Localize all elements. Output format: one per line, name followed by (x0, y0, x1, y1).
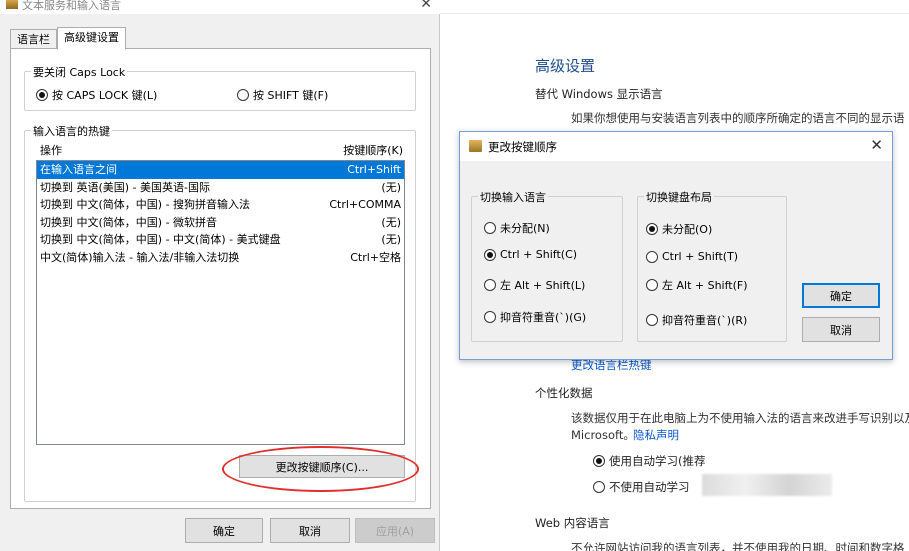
option-label: 抑音符重音(`)(R) (662, 314, 748, 327)
col-key-sequence: 按键顺序(K) (343, 144, 403, 157)
shift-key-radio[interactable]: 按 SHIFT 键(F) (237, 87, 328, 103)
input-grave-accent-radio[interactable]: 抑音符重音(`)(G) (484, 309, 586, 325)
tab-strip: 语言栏 高级键设置 (10, 27, 126, 50)
capslock-key-label: 按 CAPS LOCK 键(L) (52, 89, 158, 102)
radio-unchecked-icon (646, 314, 658, 326)
hotkeys-group-label: 输入语言的热键 (31, 123, 112, 139)
list-item[interactable]: 中文(简体)输入法 - 输入法/非输入法切换 Ctrl+空格 (37, 249, 404, 267)
option-label: 抑音符重音(`)(G) (500, 311, 587, 324)
dialog-title: 文本服务和输入语言 (22, 0, 121, 12)
hotkey-key: (无) (381, 215, 401, 229)
shift-key-label: 按 SHIFT 键(F) (253, 89, 329, 102)
dialog-titlebar: 文本服务和输入语言 ✕ (0, 0, 440, 14)
hotkey-action: 切换到 中文(简体，中国) - 搜狗拼音输入法 (40, 198, 251, 211)
radio-checked-icon (36, 89, 48, 101)
keyboard-app-icon (6, 0, 18, 9)
ok-button[interactable]: 确定 (185, 518, 263, 543)
option-label: 未分配(O) (662, 223, 713, 236)
list-item[interactable]: 切换到 中文(简体，中国) - 中文(简体) - 美式键盘 (无) (37, 231, 404, 249)
dialog-title: 更改按键顺序 (488, 140, 557, 154)
hotkeys-list[interactable]: 在输入语言之间 Ctrl+Shift 切换到 英语(美国) - 美国英语-国际 … (36, 160, 405, 445)
tab-language-bar[interactable]: 语言栏 (10, 29, 57, 49)
input-ctrl-shift-radio[interactable]: Ctrl + Shift(C) (484, 248, 577, 261)
hotkey-action: 中文(简体)输入法 - 输入法/非输入法切换 (40, 250, 240, 264)
list-item[interactable]: 切换到 中文(简体，中国) - 搜狗拼音输入法 Ctrl+COMMA (37, 196, 404, 214)
radio-checked-icon (484, 248, 496, 261)
hotkey-key: (无) (381, 180, 401, 194)
cancel-button[interactable]: 取消 (270, 518, 350, 543)
input-left-alt-shift-radio[interactable]: 左 Alt + Shift(L) (484, 277, 585, 293)
option-label: 左 Alt + Shift(L) (500, 279, 586, 292)
hotkey-key: (无) (381, 233, 401, 246)
change-key-sequence-button[interactable]: 更改按键顺序(C)... (239, 455, 405, 478)
close-icon[interactable]: ✕ (870, 136, 883, 154)
option-label: 未分配(N) (500, 222, 550, 235)
ok-button[interactable]: 确定 (802, 283, 880, 308)
switch-keyboard-layout-label: 切换键盘布局 (644, 189, 714, 205)
capslock-key-radio[interactable]: 按 CAPS LOCK 键(L) (36, 87, 157, 103)
tab-advanced-key-settings[interactable]: 高级键设置 (57, 27, 126, 50)
apply-button[interactable]: 应用(A) (355, 518, 435, 543)
layout-left-alt-shift-radio[interactable]: 左 Alt + Shift(F) (646, 277, 748, 293)
option-label: 左 Alt + Shift(F) (662, 279, 748, 292)
override-display-desc: 如果你想使用与安装语言列表中的顺序所确定的语言不同的显示语 (571, 111, 905, 125)
list-item[interactable]: 切换到 英语(美国) - 美国英语-国际 (无) (37, 179, 404, 197)
change-key-sequence-dialog: 更改按键顺序 ✕ 切换输入语言 未分配(N) Ctrl + Shift(C) 左… (459, 131, 893, 360)
privacy-statement-link[interactable]: 隐私声明 (633, 427, 679, 443)
hotkey-action: 切换到 中文(简体，中国) - 中文(简体) - 美式键盘 (40, 233, 281, 246)
option-label: Ctrl + Shift(C) (500, 248, 578, 261)
radio-unchecked-icon (484, 311, 496, 323)
hotkey-key: Ctrl+Shift (347, 163, 401, 176)
microsoft-text: Microsoft。 (571, 428, 635, 442)
radio-unchecked-icon (593, 481, 605, 493)
close-icon[interactable]: ✕ (420, 0, 432, 12)
keyboard-app-icon (469, 140, 482, 152)
dialog-titlebar: 更改按键顺序 ✕ (460, 132, 892, 161)
hotkey-key: Ctrl+COMMA (329, 198, 401, 211)
web-content-language-label: Web 内容语言 (535, 516, 610, 530)
list-item[interactable]: 切换到 中文(简体，中国) - 微软拼音 (无) (37, 214, 404, 232)
use-autolearn-label: 使用自动学习(推荐 (609, 454, 706, 468)
radio-unchecked-icon (646, 250, 658, 263)
hotkey-action: 切换到 中文(简体，中国) - 微软拼音 (40, 215, 218, 229)
no-autolearn-radio[interactable]: 不使用自动学习 (593, 479, 690, 495)
watermark-blur (702, 474, 832, 496)
layout-ctrl-shift-radio[interactable]: Ctrl + Shift(T) (646, 250, 738, 263)
col-action: 操作 (40, 144, 62, 157)
layout-grave-accent-radio[interactable]: 抑音符重音(`)(R) (646, 312, 747, 328)
settings-title: 高级设置 (535, 57, 596, 75)
hotkey-action: 在输入语言之间 (40, 163, 117, 176)
radio-unchecked-icon (484, 222, 496, 234)
radio-unchecked-icon (484, 279, 496, 291)
radio-unchecked-icon (646, 279, 658, 291)
text-services-dialog: 文本服务和输入语言 ✕ 语言栏 高级键设置 要关闭 Caps Lock 按 CA… (0, 0, 440, 551)
radio-checked-icon (593, 455, 605, 467)
use-autolearn-radio[interactable]: 使用自动学习(推荐 (593, 453, 706, 469)
list-item[interactable]: 在输入语言之间 Ctrl+Shift (37, 161, 404, 179)
option-label: Ctrl + Shift(T) (662, 250, 739, 263)
cancel-button[interactable]: 取消 (802, 317, 880, 342)
hotkey-action: 切换到 英语(美国) - 美国英语-国际 (40, 180, 211, 194)
switch-input-language-label: 切换输入语言 (478, 189, 548, 205)
override-display-label: 替代 Windows 显示语言 (535, 87, 663, 101)
layout-unassigned-radio[interactable]: 未分配(O) (646, 221, 712, 237)
web-content-language-desc: 不允许网站访问我的语言列表，并不使用我的日期、时间和数字格 (571, 541, 905, 551)
personalization-label: 个性化数据 (535, 386, 593, 400)
capslock-group-label: 要关闭 Caps Lock (31, 64, 128, 80)
radio-unchecked-icon (237, 89, 249, 101)
settings-topbar (440, 0, 909, 14)
no-autolearn-label: 不使用自动学习 (609, 480, 690, 494)
input-unassigned-radio[interactable]: 未分配(N) (484, 220, 550, 236)
personalization-desc: 该数据仅用于在此电脑上为不使用输入法的语言来改进手写识别以及 (571, 411, 909, 425)
radio-checked-icon (646, 223, 658, 235)
hotkey-key: Ctrl+空格 (350, 250, 401, 264)
